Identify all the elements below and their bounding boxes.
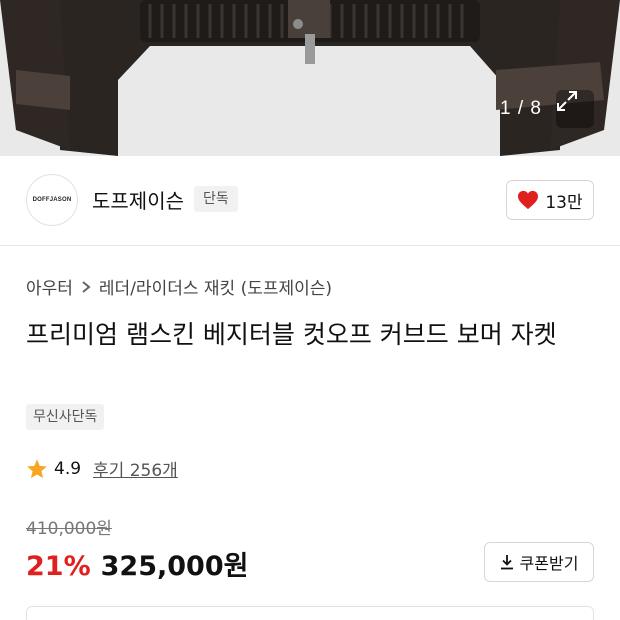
sale-price: 325,000원 <box>100 551 249 582</box>
product-title: 프리미엄 램스킨 베지터블 컷오프 커브드 보머 자켓 <box>26 320 557 349</box>
brand-row: DOFFJASON 도프제이슨 단독 13만 <box>0 156 620 246</box>
rating-score: 4.9 <box>54 458 82 479</box>
chevron-right-icon <box>82 280 91 293</box>
rating-row: 4.9 후기 256개 <box>26 456 178 481</box>
brand-logo[interactable]: DOFFJASON <box>26 174 78 226</box>
expand-icon <box>557 91 577 111</box>
review-count-link[interactable]: 후기 256개 <box>93 456 178 481</box>
brand-exclusive-badge: 단독 <box>194 186 238 212</box>
like-count: 13만 <box>545 192 583 213</box>
price-row: 21% 325,000원 <box>26 544 248 583</box>
breadcrumb-category[interactable]: 아우터 <box>26 274 73 299</box>
heart-icon <box>518 190 539 210</box>
coupon-label: 쿠폰받기 <box>519 554 579 573</box>
breadcrumb: 아우터 레더/라이더스 재킷 (도프제이슨) <box>26 274 332 299</box>
next-section-box <box>26 606 594 620</box>
expand-image-button[interactable] <box>556 90 594 128</box>
product-image-gallery[interactable]: 1 / 8 <box>0 0 620 156</box>
image-counter: 1 / 8 <box>500 98 542 119</box>
leather-jacket-image <box>0 0 620 156</box>
coupon-download-button[interactable]: 쿠폰받기 <box>484 542 594 582</box>
discount-rate: 21% <box>26 551 91 582</box>
brand-name[interactable]: 도프제이슨 <box>92 185 184 214</box>
star-icon <box>27 458 47 478</box>
brand-logo-text: DOFFJASON <box>32 197 72 203</box>
breadcrumb-subcategory[interactable]: 레더/라이더스 재킷 (도프제이슨) <box>99 274 332 299</box>
like-button[interactable]: 13만 <box>506 180 594 220</box>
download-icon <box>500 555 513 570</box>
original-price: 410,000원 <box>26 519 112 539</box>
exclusive-tag: 무신사단독 <box>26 404 105 430</box>
